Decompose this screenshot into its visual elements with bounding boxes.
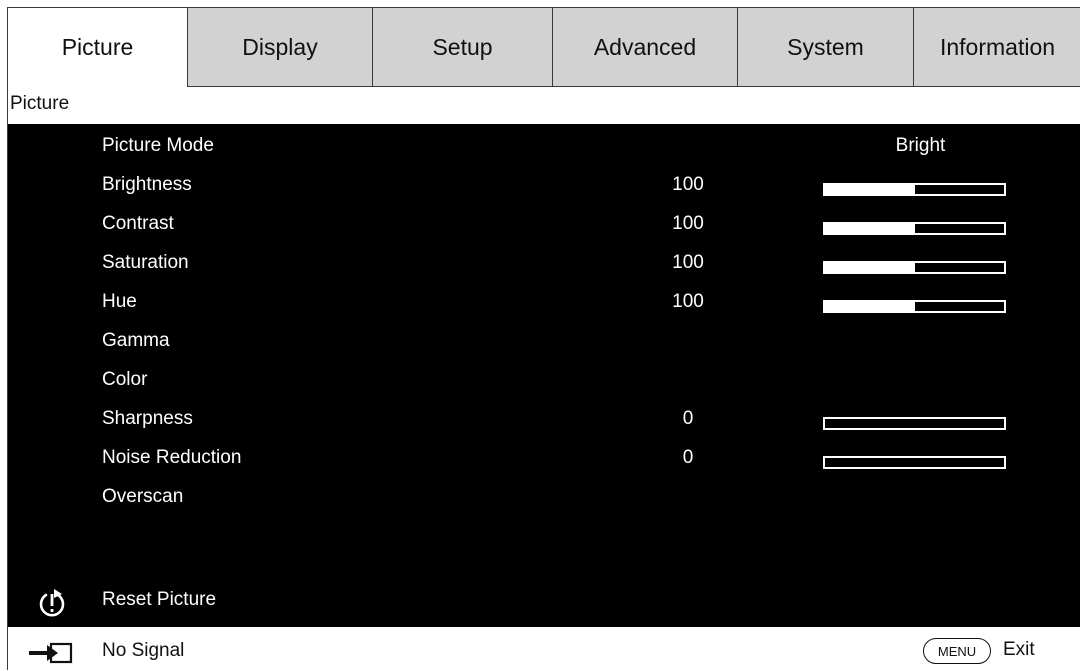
tab-setup-label: Setup [432, 33, 493, 60]
menu-item-contrast[interactable]: Contrast 100 [8, 211, 1080, 241]
exit-label[interactable]: Exit [1003, 639, 1035, 661]
picture-mode-value[interactable]: Bright [828, 135, 1013, 157]
tab-system-label: System [787, 33, 864, 60]
osd-window: Picture Display Setup Advanced System In… [7, 7, 1080, 671]
tab-information[interactable]: Information [914, 8, 1080, 87]
tab-picture[interactable]: Picture [8, 8, 188, 87]
tab-display[interactable]: Display [188, 8, 373, 87]
noise-reduction-slider[interactable] [823, 456, 1006, 469]
tab-information-label: Information [939, 33, 1056, 60]
contrast-slider[interactable] [823, 222, 1006, 235]
color-label: Color [102, 369, 148, 390]
power-reset-icon[interactable] [35, 586, 69, 620]
sharpness-label: Sharpness [102, 408, 193, 429]
saturation-value: 100 [672, 252, 704, 273]
sharpness-slider[interactable] [823, 417, 1006, 430]
noise-reduction-label: Noise Reduction [102, 447, 242, 468]
brightness-label: Brightness [102, 174, 192, 195]
section-title: Picture [10, 93, 70, 114]
tab-picture-label: Picture [61, 34, 134, 60]
menu-item-overscan[interactable]: Overscan [8, 484, 1080, 514]
brightness-slider[interactable] [823, 183, 1006, 196]
brightness-slider-fill [825, 185, 915, 194]
tab-display-label: Display [242, 33, 318, 60]
gamma-label: Gamma [102, 330, 170, 351]
tab-system[interactable]: System [738, 8, 914, 87]
tab-bar: Picture Display Setup Advanced System In… [8, 8, 1080, 87]
menu-item-sharpness[interactable]: Sharpness 0 [8, 406, 1080, 436]
reset-picture-button[interactable]: Reset Picture [102, 589, 216, 611]
contrast-label: Contrast [102, 213, 174, 234]
tab-advanced[interactable]: Advanced [553, 8, 738, 87]
tab-setup[interactable]: Setup [373, 8, 553, 87]
menu-item-hue[interactable]: Hue 100 [8, 289, 1080, 319]
menu-item-gamma[interactable]: Gamma [8, 328, 1080, 358]
menu-item-saturation[interactable]: Saturation 100 [8, 250, 1080, 280]
settings-panel: Picture Mode Bright Brightness 100 Contr… [8, 124, 1080, 627]
hue-value: 100 [672, 291, 704, 312]
brightness-value: 100 [672, 174, 704, 195]
contrast-value: 100 [672, 213, 704, 234]
saturation-slider-fill [825, 263, 915, 272]
hue-label: Hue [102, 291, 137, 312]
sharpness-value: 0 [682, 408, 694, 429]
menu-item-noise-reduction[interactable]: Noise Reduction 0 [8, 445, 1080, 475]
signal-status-text: No Signal [102, 640, 185, 661]
picture-mode-label: Picture Mode [102, 135, 214, 156]
menu-item-picture-mode[interactable]: Picture Mode Bright [8, 133, 1080, 163]
tab-advanced-label: Advanced [593, 33, 697, 60]
status-bar: No Signal MENU Exit [8, 627, 1080, 671]
input-source-icon [29, 642, 73, 664]
menu-item-color[interactable]: Color [8, 367, 1080, 397]
menu-button-label: MENU [937, 643, 977, 659]
overscan-label: Overscan [102, 486, 184, 507]
hue-slider-fill [825, 302, 915, 311]
noise-reduction-value: 0 [682, 447, 694, 468]
menu-button[interactable]: MENU [923, 638, 991, 664]
hue-slider[interactable] [823, 300, 1006, 313]
saturation-label: Saturation [102, 252, 189, 273]
contrast-slider-fill [825, 224, 915, 233]
saturation-slider[interactable] [823, 261, 1006, 274]
menu-item-brightness[interactable]: Brightness 100 [8, 172, 1080, 202]
